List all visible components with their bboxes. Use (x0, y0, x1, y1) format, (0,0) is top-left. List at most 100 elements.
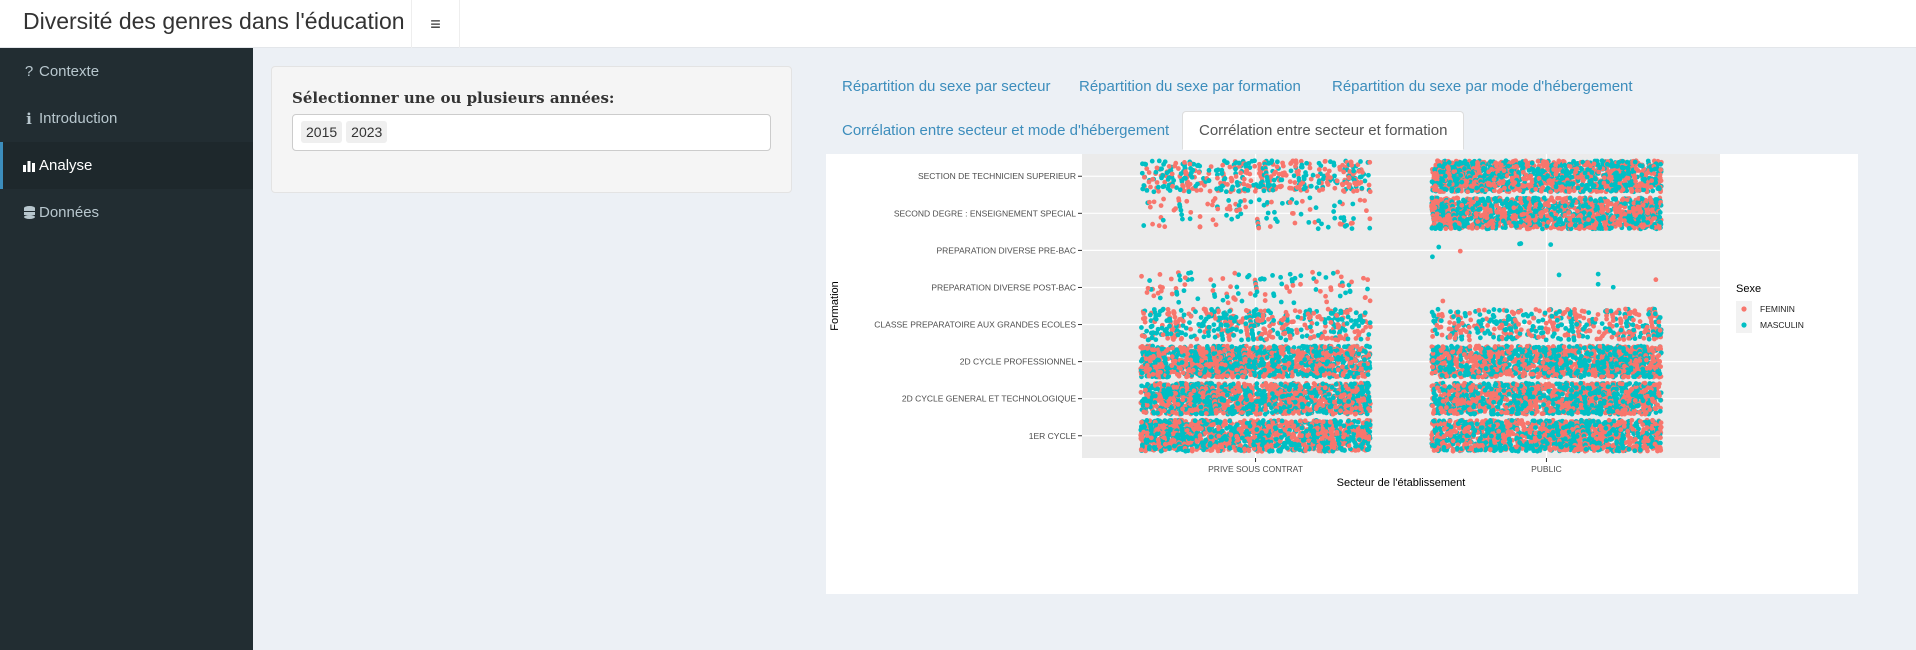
data-point (1367, 225, 1373, 231)
data-point (1165, 386, 1171, 392)
data-point (1356, 351, 1362, 357)
year-chip[interactable]: 2023 (346, 121, 388, 143)
data-point (1147, 204, 1153, 210)
data-point (1285, 345, 1291, 351)
tab-correlation-hebergement[interactable]: Corrélation entre secteur et mode d'hébe… (842, 122, 1169, 139)
data-point (1221, 423, 1226, 428)
data-point (1300, 404, 1305, 410)
data-point (1195, 296, 1201, 302)
data-point (1160, 430, 1166, 435)
data-point (1365, 390, 1371, 395)
data-point (1176, 419, 1182, 425)
sidebar-item-introduction[interactable]: i Introduction (0, 95, 253, 142)
data-point (1248, 291, 1253, 297)
data-point (1276, 359, 1281, 364)
data-point (1319, 316, 1324, 322)
data-point (1320, 397, 1326, 402)
data-point (1351, 374, 1357, 380)
data-point (1170, 409, 1176, 415)
data-point (1192, 352, 1198, 358)
data-point (1258, 344, 1264, 350)
data-point (1298, 395, 1304, 401)
data-point (1344, 321, 1350, 326)
data-point (1346, 399, 1352, 404)
data-point (1328, 310, 1334, 316)
tick-label-y: 2D CYCLE PROFESSIONNEL (960, 357, 1076, 367)
year-select-input[interactable]: 2015 2023 (292, 114, 771, 151)
sidebar-item-analyse[interactable]: Analyse (0, 142, 253, 189)
data-point (1341, 423, 1347, 429)
tab-repartition-secteur[interactable]: Répartition du sexe par secteur (842, 78, 1050, 95)
data-point (1299, 334, 1305, 339)
data-point (1139, 419, 1144, 425)
data-point (1294, 200, 1299, 206)
data-point (1306, 385, 1312, 390)
data-point (1211, 351, 1217, 357)
data-point (1307, 195, 1313, 201)
year-chip[interactable]: 2015 (301, 121, 343, 143)
data-point (1204, 395, 1210, 401)
sidebar-item-contexte[interactable]: ? Contexte (0, 48, 253, 95)
data-point (1247, 393, 1253, 398)
data-point (1246, 273, 1252, 278)
data-point (1366, 352, 1372, 358)
tick-label-y: PREPARATION DIVERSE PRE-BAC (937, 245, 1077, 255)
data-point (1155, 364, 1161, 370)
sidebar-item-donnees[interactable]: Données (0, 189, 253, 236)
data-point (1200, 443, 1206, 449)
data-point (1242, 446, 1247, 452)
data-point (1268, 405, 1274, 411)
data-point (1302, 357, 1308, 362)
data-point (1366, 406, 1371, 411)
data-point (1273, 345, 1279, 351)
data-point (1298, 281, 1303, 287)
tab-repartition-hebergement[interactable]: Répartition du sexe par mode d'hébergeme… (1332, 78, 1633, 95)
data-point (1188, 326, 1193, 332)
data-point (1338, 215, 1344, 221)
data-point (1145, 285, 1151, 291)
data-point (1215, 326, 1221, 332)
data-point (1230, 396, 1236, 402)
tab-correlation-formation[interactable]: Corrélation entre secteur et formation (1182, 111, 1465, 150)
data-point (1154, 330, 1159, 336)
data-point (1234, 284, 1240, 290)
data-point (1338, 408, 1343, 414)
data-point (1266, 345, 1272, 351)
data-point (1165, 346, 1171, 352)
data-point (1367, 216, 1373, 222)
data-point (1243, 405, 1249, 411)
data-point (1144, 352, 1150, 358)
data-point (1237, 207, 1243, 213)
data-point (1146, 373, 1152, 378)
data-point (1313, 279, 1319, 285)
data-point (1235, 214, 1241, 220)
data-point (1357, 347, 1363, 353)
tab-repartition-formation[interactable]: Répartition du sexe par formation (1079, 78, 1301, 95)
data-point (1348, 360, 1354, 366)
data-point (1220, 276, 1226, 281)
data-point (1347, 436, 1353, 442)
data-point (1363, 435, 1369, 440)
info-icon: i (26, 109, 32, 128)
data-point (1139, 432, 1145, 437)
data-point (1336, 399, 1342, 405)
data-point (1168, 276, 1174, 282)
data-point (1331, 445, 1337, 451)
data-point (1212, 443, 1218, 449)
data-point (1142, 396, 1148, 402)
data-point (1203, 386, 1209, 391)
data-point (1179, 381, 1185, 387)
data-point (1173, 390, 1179, 396)
data-point (1364, 424, 1370, 430)
data-point (1150, 221, 1155, 227)
data-point (1353, 335, 1359, 341)
data-point (1275, 330, 1281, 336)
data-point (1291, 319, 1296, 325)
data-point (1187, 216, 1193, 222)
sidebar-item-label: Données (39, 204, 100, 221)
data-point (1307, 407, 1312, 413)
data-point (1326, 371, 1332, 377)
data-point (1332, 215, 1338, 221)
data-point (1175, 332, 1181, 338)
hamburger-icon[interactable]: ≡ (412, 0, 460, 48)
